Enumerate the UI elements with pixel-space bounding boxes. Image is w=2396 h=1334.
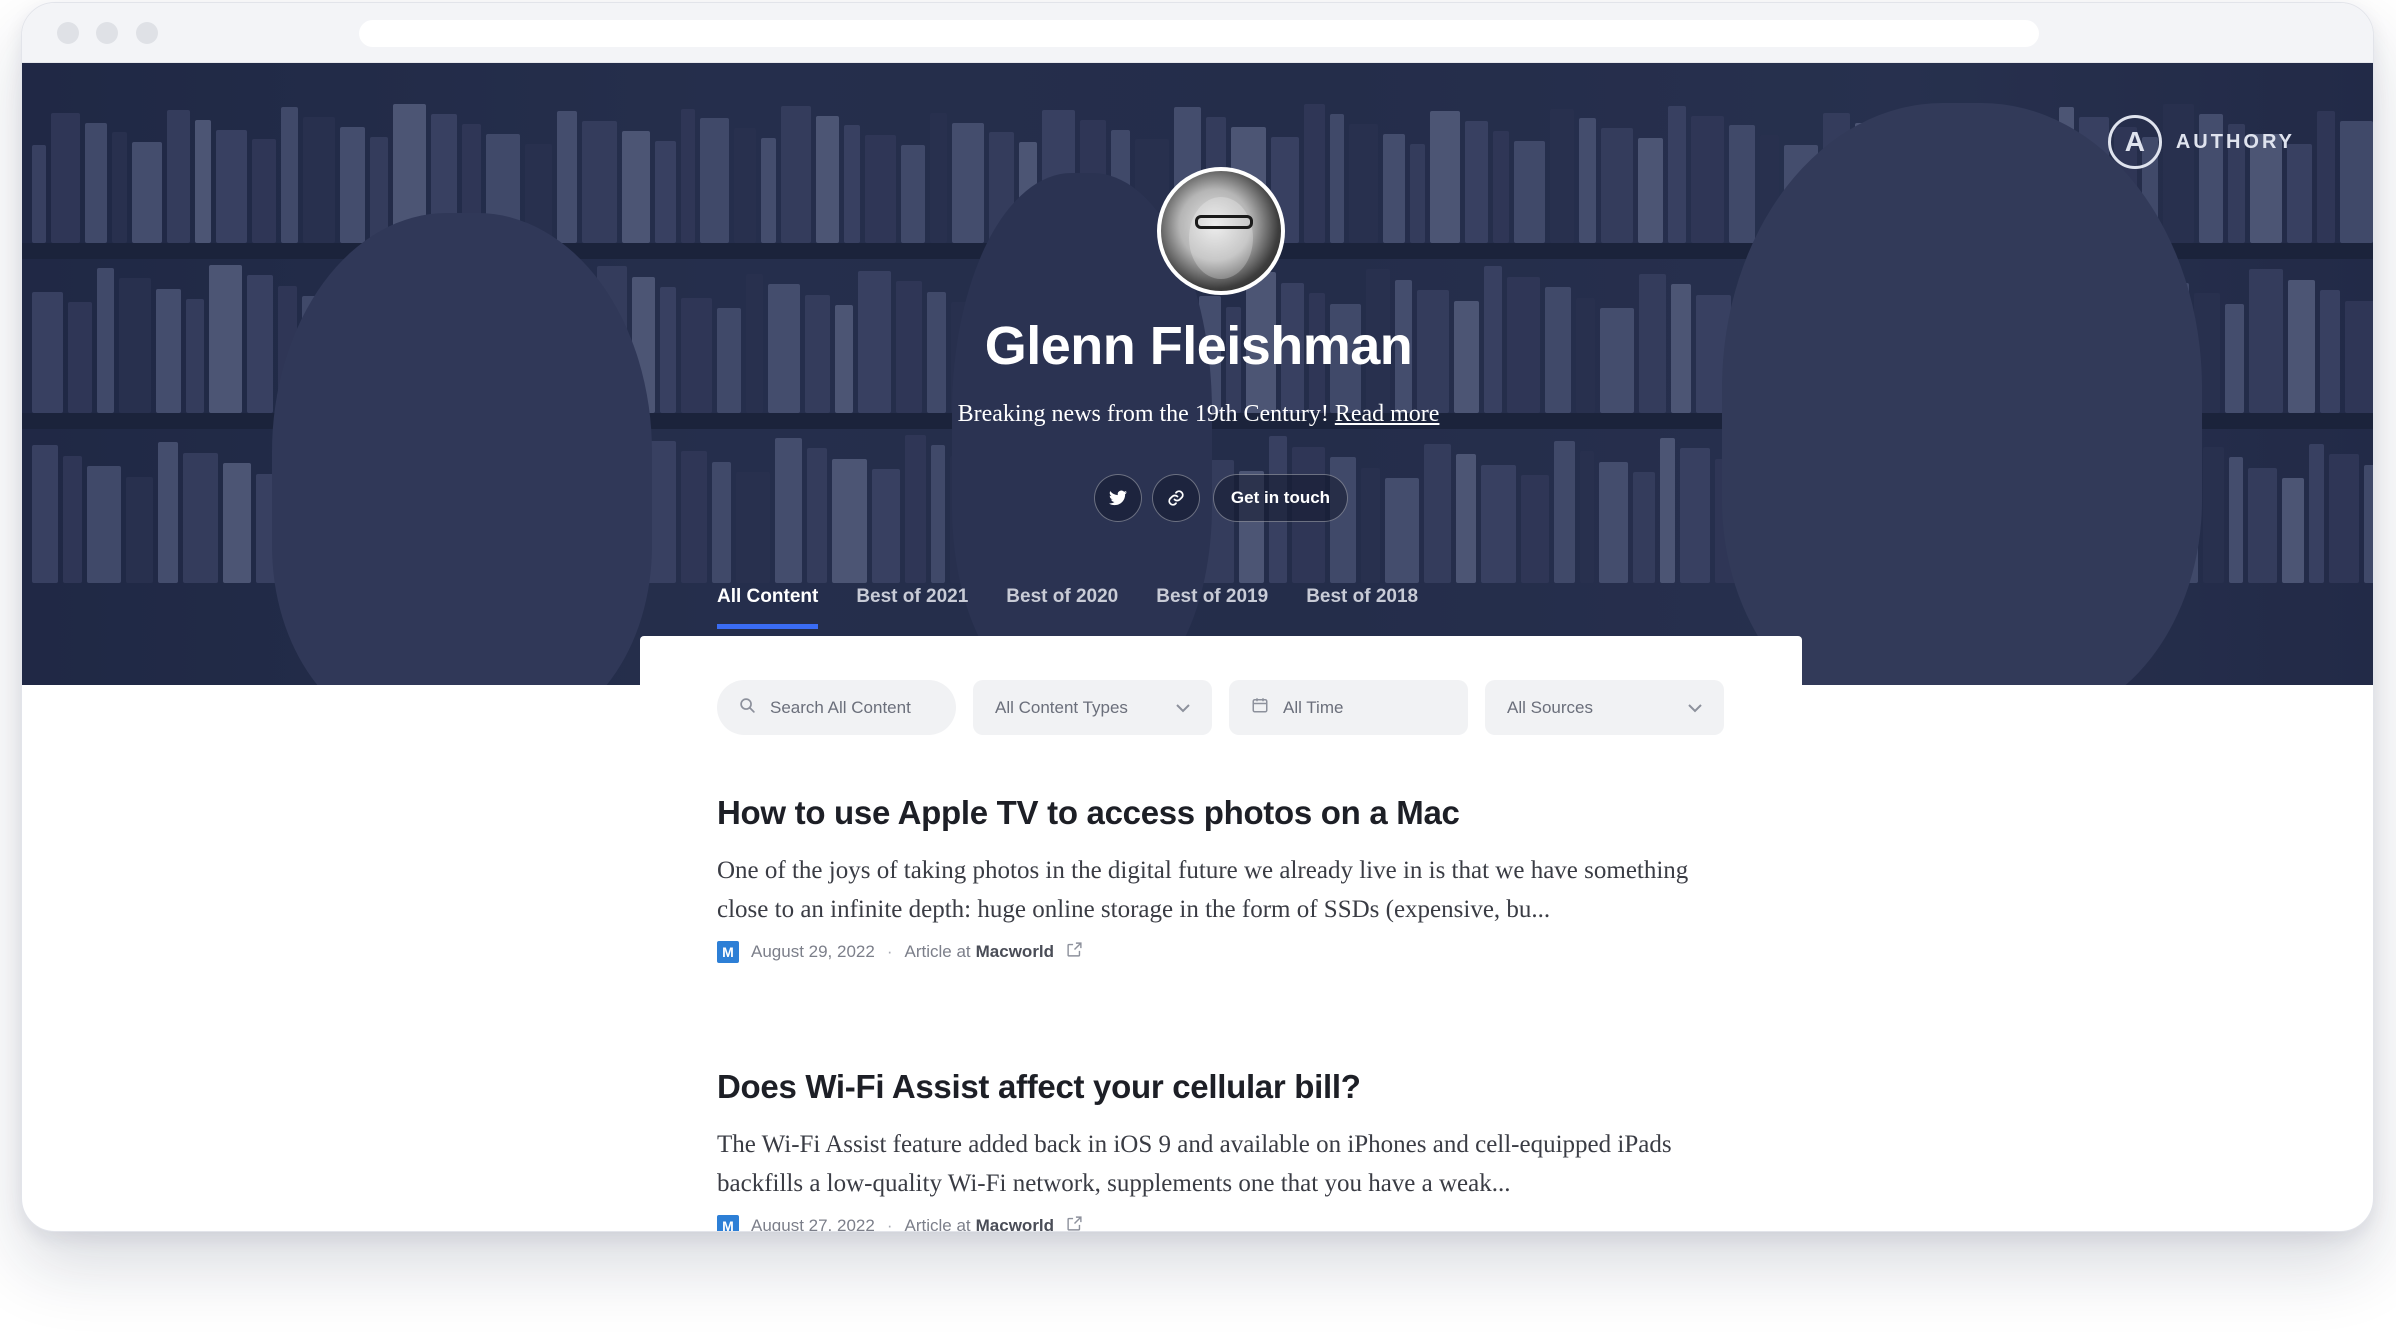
article-excerpt: The Wi-Fi Assist feature added back in i…	[717, 1131, 1672, 1197]
search-placeholder: Search All Content	[770, 697, 911, 717]
meta-separator: ·	[886, 1216, 893, 1232]
avatar-glasses	[1195, 215, 1253, 229]
read-more-link[interactable]: Read more	[1335, 401, 1440, 427]
meta-separator: ·	[886, 942, 893, 961]
external-link-icon[interactable]	[1066, 1215, 1083, 1231]
article-title[interactable]: Does Wi-Fi Assist affect your cellular b…	[717, 1068, 1737, 1106]
tab-best-of-2019[interactable]: Best of 2019	[1156, 586, 1268, 629]
tab-best-of-2021[interactable]: Best of 2021	[856, 586, 968, 629]
website-link-button[interactable]	[1152, 474, 1200, 522]
article-date: August 29, 2022	[751, 942, 875, 961]
get-in-touch-button[interactable]: Get in touch	[1213, 474, 1348, 522]
authory-wordmark: AUTHORY	[2175, 130, 2295, 153]
time-range-dropdown[interactable]: All Time	[1229, 680, 1468, 735]
avatar	[1157, 167, 1285, 295]
hero-banner: A AUTHORY Glenn Fleishman Breaking news …	[22, 63, 2373, 685]
content-card: Search All Content All Content Types All…	[640, 636, 1802, 1232]
calendar-icon	[1251, 696, 1269, 719]
article-meta: M August 29, 2022 · Article at Macworld	[717, 941, 1737, 963]
avatar-face	[1189, 197, 1253, 279]
sources-dropdown[interactable]: All Sources	[1485, 680, 1724, 735]
tab-best-of-2018[interactable]: Best of 2018	[1306, 586, 1418, 629]
content-type-dropdown[interactable]: All Content Types	[973, 680, 1212, 735]
article-date: August 27, 2022	[751, 1216, 875, 1232]
chevron-down-icon	[1688, 700, 1702, 716]
filter-bar: Search All Content All Content Types All…	[717, 680, 1724, 735]
macworld-logo-icon: M	[717, 941, 739, 963]
address-bar[interactable]	[359, 20, 2039, 47]
search-input[interactable]: Search All Content	[717, 680, 956, 735]
article-item[interactable]: How to use Apple TV to access photos on …	[717, 794, 1737, 963]
content-type-value: All Content Types	[995, 697, 1128, 717]
twitter-button[interactable]	[1094, 474, 1142, 522]
link-icon	[1168, 490, 1184, 506]
profile-name: Glenn Fleishman	[984, 316, 1413, 376]
browser-titlebar	[22, 3, 2373, 63]
content-tabs: All Content Best of 2021 Best of 2020 Be…	[717, 586, 1418, 629]
article-excerpt: One of the joys of taking photos in the …	[717, 857, 1689, 923]
window-close-dot[interactable]	[57, 22, 79, 44]
authory-logo-icon: A	[2107, 115, 2162, 169]
macworld-logo-icon: M	[717, 1215, 739, 1231]
article-item[interactable]: Does Wi-Fi Assist affect your cellular b…	[717, 1068, 1737, 1232]
tagline-text: Breaking news from the 19th Century!	[957, 401, 1329, 427]
article-publication: Macworld	[975, 942, 1055, 961]
browser-window: A AUTHORY Glenn Fleishman Breaking news …	[21, 2, 2374, 1232]
search-icon	[739, 697, 756, 719]
article-publication: Macworld	[975, 1216, 1055, 1232]
article-type: Article at	[904, 1216, 971, 1232]
tab-best-of-2020[interactable]: Best of 2020	[1006, 586, 1118, 629]
profile-tagline: Breaking news from the 19th Century! Rea…	[22, 401, 2373, 428]
window-minimize-dot[interactable]	[96, 22, 118, 44]
sources-value: All Sources	[1507, 697, 1593, 717]
article-meta: M August 27, 2022 · Article at Macworld	[717, 1215, 1737, 1232]
twitter-icon	[1109, 490, 1127, 506]
tab-all-content[interactable]: All Content	[717, 586, 819, 629]
article-type: Article at	[904, 942, 971, 961]
window-zoom-dot[interactable]	[136, 22, 158, 44]
time-range-value: All Time	[1283, 697, 1344, 717]
chevron-down-icon	[1176, 700, 1190, 716]
external-link-icon[interactable]	[1066, 941, 1083, 963]
authory-logo[interactable]: A AUTHORY	[2107, 115, 2295, 169]
article-title[interactable]: How to use Apple TV to access photos on …	[717, 794, 1737, 832]
